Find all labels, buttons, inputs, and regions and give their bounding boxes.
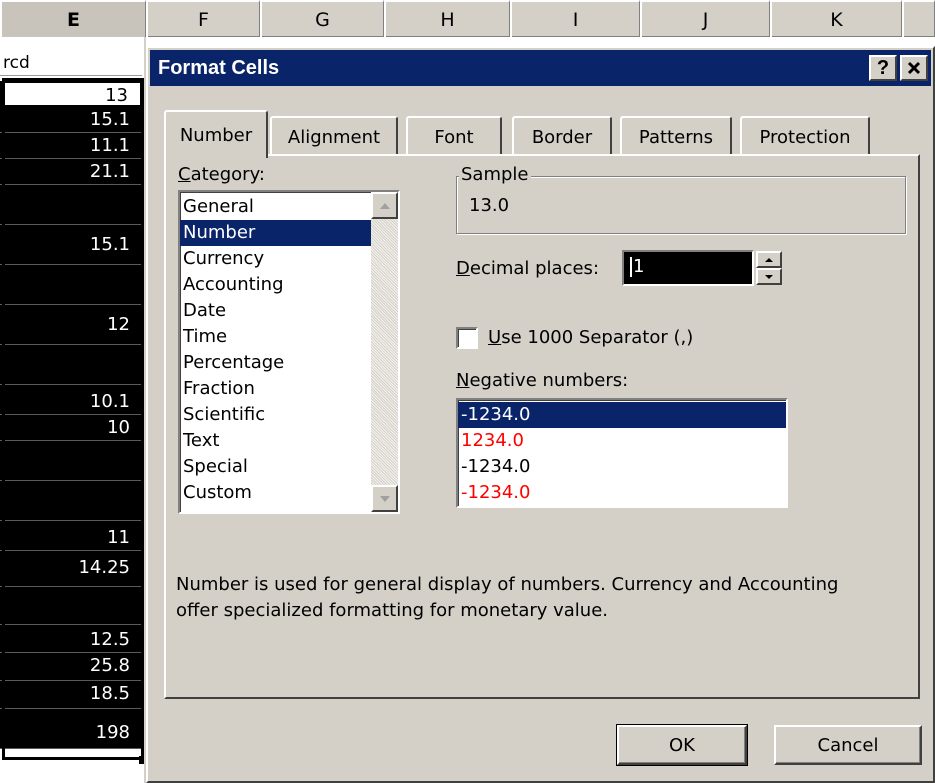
cell[interactable] — [0, 185, 142, 225]
cell[interactable]: 198 — [0, 709, 142, 749]
cell-active[interactable]: 13 — [0, 81, 142, 107]
category-item-special[interactable]: Special — [180, 454, 373, 480]
arrow-up-icon — [379, 202, 390, 209]
column-headers: E F G H I J K — [0, 0, 935, 37]
spin-down-icon — [765, 274, 773, 279]
text-caret — [630, 257, 632, 277]
column-header-g[interactable]: G — [260, 0, 384, 37]
negative-numbers-list[interactable]: -1234.0 1234.0 -1234.0 -1234.0 — [456, 398, 788, 508]
category-item-number[interactable]: Number — [180, 220, 373, 246]
decimal-increase-button[interactable] — [756, 251, 782, 268]
decimal-places-input[interactable]: 1 — [622, 250, 754, 286]
ok-button[interactable]: OK — [616, 724, 748, 766]
cell-header[interactable]: rcd — [0, 52, 142, 76]
sample-legend: Sample — [459, 164, 531, 185]
sample-value: 13.0 — [469, 195, 510, 216]
thousands-separator-label[interactable]: Use 1000 Separator (,) — [488, 327, 693, 348]
negative-option[interactable]: -1234.0 — [458, 480, 786, 506]
tab-border[interactable]: Border — [512, 116, 612, 156]
category-item-currency[interactable]: Currency — [180, 246, 373, 272]
negative-items: -1234.0 1234.0 -1234.0 -1234.0 — [458, 400, 786, 506]
close-icon — [907, 61, 921, 75]
format-cells-dialog: Format Cells ? Number Alignment Font Bor… — [146, 46, 935, 783]
cell[interactable]: 12.5 — [0, 625, 142, 653]
column-header-h[interactable]: H — [384, 0, 510, 37]
scroll-down-button[interactable] — [371, 485, 398, 512]
category-item-general[interactable]: General — [180, 194, 373, 220]
negative-numbers-label: Negative numbers: — [456, 370, 629, 391]
tab-protection[interactable]: Protection — [740, 116, 870, 156]
category-item-scientific[interactable]: Scientific — [180, 402, 373, 428]
column-header-f[interactable]: F — [146, 0, 260, 37]
description-line-1: Number is used for general display of nu… — [176, 574, 839, 595]
cell[interactable]: 25.8 — [0, 653, 142, 681]
cell[interactable] — [0, 265, 142, 305]
cell[interactable]: 10 — [0, 415, 142, 441]
tab-alignment[interactable]: Alignment — [270, 116, 398, 156]
cell[interactable]: 15.1 — [0, 225, 142, 265]
negative-option[interactable]: 1234.0 — [458, 428, 786, 454]
decimal-places-label: Decimal places: — [456, 258, 600, 279]
category-list[interactable]: General Number Currency Accounting Date … — [178, 190, 400, 514]
cell[interactable]: 15.1 — [0, 107, 142, 133]
spin-up-icon — [765, 257, 773, 262]
sample-group: Sample 13.0 — [456, 164, 906, 234]
negative-option[interactable]: -1234.0 — [458, 402, 786, 428]
cancel-button[interactable]: Cancel — [774, 725, 922, 765]
cell[interactable]: 14.25 — [0, 551, 142, 587]
cell[interactable]: 21.1 — [0, 159, 142, 185]
arrow-down-icon — [379, 495, 390, 502]
help-button[interactable]: ? — [869, 55, 897, 81]
thousands-separator-checkbox[interactable] — [456, 327, 478, 349]
decimal-places-value: 1 — [633, 256, 645, 277]
description-line-2: offer specialized formatting for monetar… — [176, 600, 609, 621]
cell[interactable]: 10.1 — [0, 385, 142, 415]
column-header-k[interactable]: K — [770, 0, 902, 37]
cell[interactable]: 11.1 — [0, 133, 142, 159]
cell[interactable]: 12 — [0, 305, 142, 345]
cell[interactable] — [0, 587, 142, 625]
decimal-decrease-button[interactable] — [756, 268, 782, 285]
cell[interactable] — [0, 441, 142, 481]
column-header-i[interactable]: I — [510, 0, 640, 37]
category-item-accounting[interactable]: Accounting — [180, 272, 373, 298]
cell[interactable] — [0, 345, 142, 385]
category-item-text[interactable]: Text — [180, 428, 373, 454]
category-items: General Number Currency Accounting Date … — [180, 192, 373, 506]
category-item-date[interactable]: Date — [180, 298, 373, 324]
number-tab-panel: Category: General Number Currency Accoun… — [164, 154, 920, 699]
tab-number[interactable]: Number — [164, 110, 268, 158]
tab-patterns[interactable]: Patterns — [620, 116, 732, 156]
dialog-title: Format Cells — [158, 56, 280, 79]
category-item-percentage[interactable]: Percentage — [180, 350, 373, 376]
cell[interactable] — [0, 481, 142, 521]
close-button[interactable] — [900, 55, 928, 81]
column-header-j[interactable]: J — [640, 0, 770, 37]
category-label: Category: — [178, 164, 265, 185]
column-header-e[interactable]: E — [0, 0, 146, 37]
negative-option[interactable]: -1234.0 — [458, 454, 786, 480]
category-item-time[interactable]: Time — [180, 324, 373, 350]
category-scrollbar[interactable] — [371, 192, 398, 512]
column-header-next[interactable] — [902, 0, 935, 37]
category-item-custom[interactable]: Custom — [180, 480, 373, 506]
dialog-titlebar[interactable]: Format Cells ? — [150, 50, 931, 86]
cell[interactable]: 18.5 — [0, 681, 142, 709]
cell[interactable]: 11 — [0, 521, 142, 551]
scroll-up-button[interactable] — [371, 192, 398, 219]
category-item-fraction[interactable]: Fraction — [180, 376, 373, 402]
tab-font[interactable]: Font — [406, 116, 502, 156]
